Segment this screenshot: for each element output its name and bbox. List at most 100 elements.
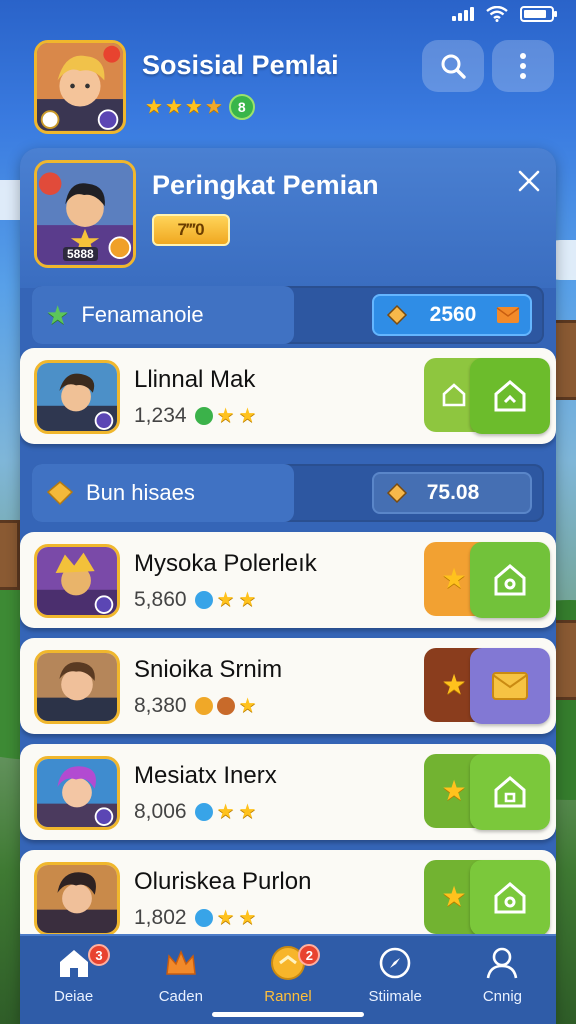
player-score: 1,802 (134, 906, 187, 929)
player-avatar (34, 756, 120, 830)
star-icon: ★ (204, 96, 223, 118)
player-avatar (34, 862, 120, 936)
player-portrait-icon (37, 865, 117, 933)
section-score: 75.08 (372, 472, 532, 514)
player-score: 8,006 (134, 800, 187, 823)
signal-icon (452, 7, 474, 21)
home-indicator[interactable] (212, 1012, 364, 1017)
nav-label: Caden (158, 988, 203, 1005)
star-icon: ★ (441, 563, 467, 594)
app-rating: ★ ★ ★ ★ 8 (145, 94, 255, 120)
nav-label: Deiae (54, 988, 94, 1005)
panel-header: 5888 Peringkat Pemian 7‴0 (20, 148, 556, 288)
nav-label: Rannel (264, 988, 312, 1005)
section-bar[interactable]: Bun hisaes 75.08 (32, 464, 544, 522)
nav-item-crown[interactable]: Caden (127, 936, 234, 1024)
envelope-icon (492, 672, 528, 700)
house-icon (494, 564, 526, 596)
star-icon: ★ (441, 775, 467, 806)
star-icon: ★ (238, 589, 257, 611)
more-vertical-icon (520, 53, 526, 79)
status-bar (0, 0, 576, 32)
star-icon: ★ (238, 695, 257, 717)
star-icon: ★ (216, 589, 235, 611)
nav-label: Stiimale (368, 988, 422, 1005)
rating-badge: 8 (228, 94, 255, 120)
star-icon: ★ (164, 96, 183, 118)
notification-badge: 2 (298, 944, 321, 966)
player-row[interactable]: Llinnal Mak 1,234 ★ ★ (20, 348, 556, 444)
row-action-primary[interactable] (470, 542, 550, 618)
gem-icon (194, 407, 213, 425)
row-action-primary[interactable] (470, 358, 550, 434)
star-icon: ★ (238, 801, 257, 823)
gem-icon (194, 803, 213, 821)
section-label: Fenamanoie (81, 302, 204, 327)
star-icon: ★ (216, 801, 235, 823)
star-icon: ★ (184, 96, 203, 118)
search-icon (441, 54, 466, 79)
crown-icon (165, 950, 196, 975)
section-score: 2560 (372, 294, 532, 336)
home-icon (59, 950, 88, 977)
user-avatar[interactable] (34, 40, 126, 134)
house-icon (494, 380, 526, 412)
app-header: Sosisial Pemlai ★ ★ ★ ★ 8 (0, 36, 576, 140)
player-avatar (34, 360, 120, 434)
app-title: Sosisial Pemlai (142, 50, 339, 80)
player-portrait-icon (37, 547, 117, 615)
diamond-icon (386, 304, 408, 326)
row-action-primary[interactable] (470, 648, 550, 724)
nav-label: Cnnig (482, 988, 523, 1005)
house-icon (494, 882, 526, 914)
search-button[interactable] (422, 40, 484, 92)
player-row[interactable]: Oluriskea Purlon 1,802 ★ ★ ★ (20, 850, 556, 946)
player-name: Oluriskea Purlon (134, 868, 312, 895)
envelope-icon (496, 307, 520, 323)
gem-icon (194, 909, 213, 927)
nav-item-home[interactable]: 3 Deiae (20, 936, 127, 1024)
battery-icon (520, 6, 557, 22)
star-icon: ★ (441, 669, 467, 700)
house-icon (442, 383, 466, 407)
diamond-icon (386, 482, 408, 504)
section-bar[interactable]: ★ Fenamanoie 2560 (32, 286, 544, 344)
player-name: Mesiatx Inerx (134, 762, 277, 789)
row-action-primary[interactable] (470, 860, 550, 936)
close-icon[interactable] (514, 166, 544, 196)
section-label: Bun hisaes (86, 480, 195, 505)
player-portrait-icon (37, 363, 117, 431)
player-row[interactable]: Mysoka Polerleık 5,860 ★ ★ ★ (20, 532, 556, 628)
house-icon (494, 776, 526, 808)
player-avatar (34, 650, 120, 724)
wifi-icon (486, 6, 508, 22)
profile-icon (487, 947, 518, 979)
panel-title: Peringkat Pemian (152, 170, 379, 200)
more-menu-button[interactable] (492, 40, 554, 92)
player-portrait-icon (37, 653, 117, 721)
player-row[interactable]: Mesiatx Inerx 8,006 ★ ★ ★ (20, 744, 556, 840)
avatar-caption: 5888 (63, 247, 98, 261)
star-icon: ★ (238, 405, 257, 427)
star-icon: ★ (145, 96, 163, 118)
star-icon: ★ (238, 907, 257, 929)
avatar-portrait-icon (37, 43, 123, 131)
player-portrait-icon (37, 759, 117, 827)
bottom-nav: 3 Deiae Caden 2 Rannel Stiimale Cnnig (20, 934, 556, 1024)
star-icon: ★ (46, 300, 70, 330)
player-row[interactable]: Snioika Srnim 8,380 ★ ★ (20, 638, 556, 734)
star-icon: ★ (216, 907, 235, 929)
panel-avatar: 5888 (34, 160, 136, 268)
coin-icon (194, 697, 213, 715)
row-action-primary[interactable] (470, 754, 550, 830)
player-score: 8,380 (134, 694, 187, 717)
compass-icon (379, 947, 411, 979)
player-name: Llinnal Mak (134, 366, 256, 393)
nav-item-ranking[interactable]: 2 Rannel (234, 936, 341, 1024)
nav-item-profile[interactable]: Cnnig (449, 936, 556, 1024)
nav-item-explore[interactable]: Stiimale (342, 936, 449, 1024)
leaderboard-panel: 5888 Peringkat Pemian 7‴0 ★ Fenamanoie 2… (20, 148, 556, 1024)
player-avatar (34, 544, 120, 618)
star-icon: ★ (216, 405, 235, 427)
coin-icon (216, 697, 235, 715)
